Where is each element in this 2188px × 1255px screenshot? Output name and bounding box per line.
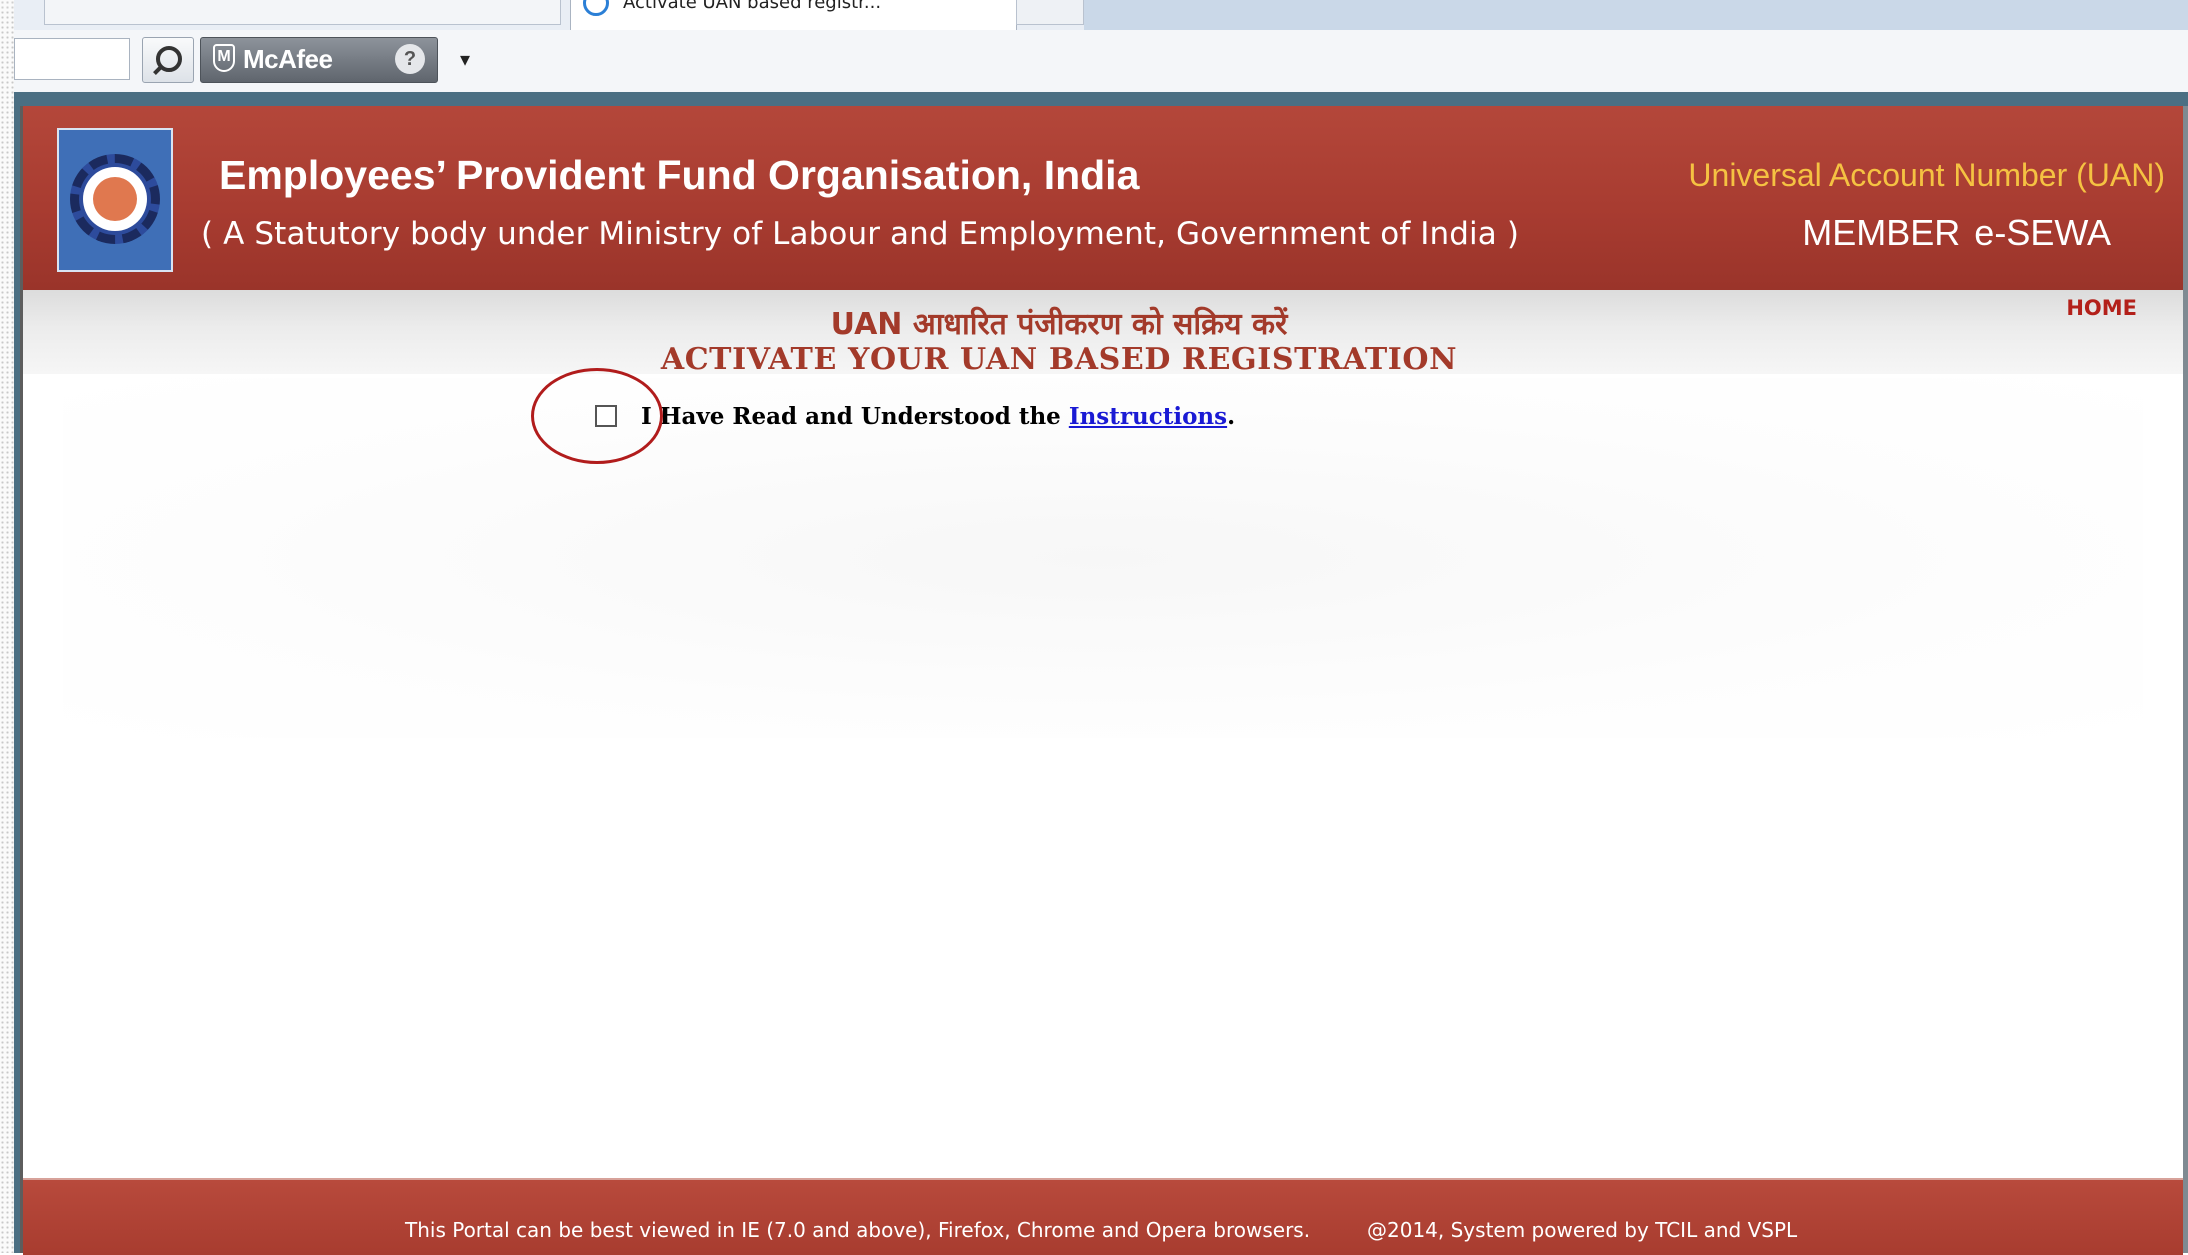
page-title: ACTIVATE YOUR UAN BASED REGISTRATION [23, 342, 2183, 377]
uan-label: Universal Account Number (UAN) [1688, 157, 2165, 193]
chevron-down-icon[interactable]: ▾ [450, 44, 480, 74]
epfo-logo [57, 128, 173, 272]
mcafee-shield-icon: M [213, 44, 235, 72]
mcafee-toolbar-button[interactable]: M McAfee ? [200, 37, 438, 83]
agreement-label: I Have Read and Understood the Instructi… [641, 403, 1235, 430]
agreement-label-suffix: . [1227, 402, 1236, 430]
page-title-text: ACTIVATE YOUR UAN BASED REGISTRATION [660, 342, 1458, 377]
footer-copyright: @2014, System powered by TCIL and VSPL [1367, 1218, 1798, 1242]
organisation-title: Employees’ Provident Fund Organisation, … [219, 152, 1140, 198]
instructions-agreement-row: I Have Read and Understood the Instructi… [595, 398, 1235, 434]
browser-tab-title: Activate UAN based registr... [623, 0, 882, 13]
logo-emblem-icon [93, 177, 137, 221]
browser-compatibility-note: This Portal can be best viewed in IE (7.… [405, 1218, 1311, 1242]
tab-strip-fill [1084, 0, 2188, 30]
help-icon[interactable]: ? [395, 44, 425, 74]
hindi-page-title-text: UAN आधारित पंजीकरण को सक्रिय करें [830, 307, 1288, 342]
browser-toolbar: M McAfee ? ▾ [14, 30, 2188, 93]
site-footer [23, 1178, 2183, 1255]
browser-tab-strip: Activate UAN based registr... [14, 0, 2188, 31]
slide-border-left [0, 0, 14, 1253]
agreement-label-prefix: I Have Read and Understood the [641, 402, 1069, 430]
site-header: Employees’ Provident Fund Organisation, … [23, 106, 2183, 290]
ie-icon [583, 0, 609, 16]
organisation-subtitle: ( A Statutory body under Ministry of Lab… [201, 216, 1520, 252]
browser-tab-previous[interactable] [44, 0, 561, 25]
hindi-page-title: UAN आधारित पंजीकरण को सक्रिय करें [23, 302, 2183, 343]
new-tab-button[interactable] [1016, 0, 1084, 25]
toolbar-search-button[interactable] [142, 37, 194, 83]
member-esewa-label: MEMBER e-SEWA [1802, 212, 2111, 253]
home-link[interactable]: HOME [2066, 296, 2137, 320]
instructions-link[interactable]: Instructions [1069, 403, 1227, 430]
toolbar-search-input[interactable] [14, 38, 130, 80]
instructions-agree-checkbox[interactable] [595, 405, 617, 427]
browser-tab-active[interactable]: Activate UAN based registr... [570, 0, 1017, 31]
mcafee-label: McAfee [243, 44, 333, 74]
web-page: Employees’ Provident Fund Organisation, … [20, 106, 2183, 1255]
